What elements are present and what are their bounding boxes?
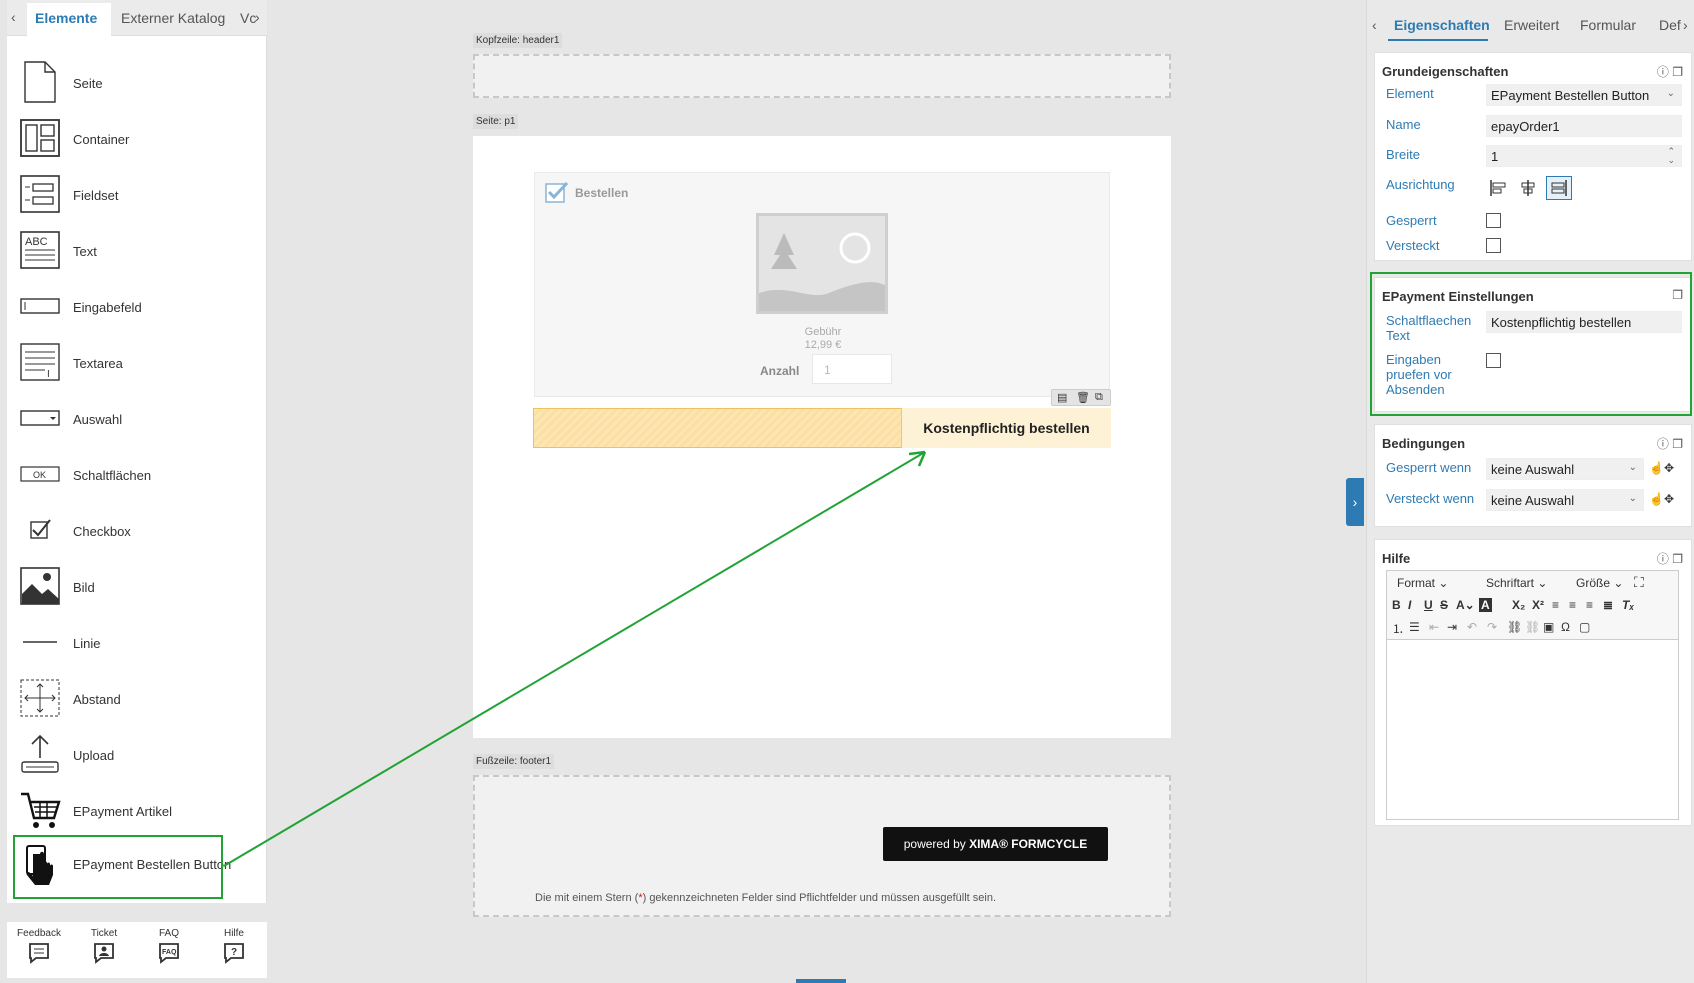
locked-checkbox[interactable]	[1486, 213, 1501, 228]
card-title: Grundeigenschaften	[1382, 64, 1509, 79]
help-collapse-icons[interactable]: ⓘ ❐	[1657, 550, 1683, 567]
card-title: Bedingungen	[1382, 436, 1466, 451]
chevron-down-icon: ⌄	[1628, 462, 1637, 473]
help-collapse-icons[interactable]: ⓘ ❐	[1657, 63, 1683, 80]
strikethrough-icon[interactable]: S	[1440, 598, 1448, 612]
align-left-icon[interactable]	[1488, 178, 1508, 198]
card-title: Hilfe	[1382, 551, 1411, 566]
redo-icon[interactable]: ↷	[1487, 620, 1497, 634]
justify-icon[interactable]: ≣	[1603, 598, 1613, 612]
source-icon[interactable]: ▢	[1579, 620, 1590, 634]
align-right-icon	[1551, 180, 1567, 196]
element-select[interactable]: EPayment Bestellen Button ⌄	[1486, 84, 1682, 106]
width-spinner[interactable]: 1 ⌃ ⌄	[1486, 145, 1682, 167]
superscript-icon[interactable]: X²	[1532, 598, 1544, 612]
active-tab-underline	[1388, 39, 1488, 41]
alignment-label: Ausrichtung	[1386, 177, 1455, 192]
element-value: EPayment Bestellen Button	[1491, 88, 1650, 103]
align-center-icon[interactable]	[1518, 178, 1538, 198]
undo-icon[interactable]: ↶	[1467, 620, 1477, 634]
maximize-icon[interactable]: ⛶	[1634, 574, 1644, 591]
hidden-label: Versteckt	[1386, 238, 1440, 253]
name-label: Name	[1386, 117, 1421, 132]
align-right-icon[interactable]: ≡	[1586, 598, 1593, 612]
special-char-icon[interactable]: Ω	[1561, 620, 1570, 634]
tab-erweitert[interactable]: Erweitert	[1504, 17, 1559, 33]
numbered-list-icon[interactable]: ⒈	[1392, 620, 1404, 637]
background-color-icon[interactable]: A	[1479, 598, 1492, 612]
help-collapse-icons[interactable]: ⓘ ❐	[1657, 435, 1683, 452]
name-input[interactable]: epayOrder1	[1486, 115, 1682, 137]
font-label: Schriftart	[1486, 576, 1535, 590]
tab-prev-chevron-icon[interactable]: ‹	[1372, 17, 1377, 33]
tab-def[interactable]: Def	[1659, 17, 1683, 33]
help-card: Hilfe ⓘ ❐ Format ⌄ Schriftart ⌄ Größe ⌄ …	[1374, 539, 1692, 826]
bold-icon[interactable]: B	[1392, 598, 1401, 612]
spinner-arrows-icon[interactable]: ⌃ ⌄	[1667, 147, 1675, 165]
hidden-checkbox[interactable]	[1486, 238, 1501, 253]
bullet-list-icon[interactable]: ☰	[1409, 620, 1420, 634]
condition-edit-icons[interactable]: ☝✥	[1649, 461, 1674, 475]
font-select[interactable]: Schriftart ⌄	[1486, 576, 1547, 590]
rich-text-editor[interactable]: Format ⌄ Schriftart ⌄ Größe ⌄ ⛶ B I U S …	[1386, 570, 1679, 820]
underline-icon[interactable]: U	[1424, 598, 1433, 612]
size-label: Größe	[1576, 576, 1611, 590]
element-label: Element	[1386, 86, 1434, 101]
subscript-icon[interactable]: X₂	[1512, 598, 1525, 612]
width-value: 1	[1491, 149, 1499, 164]
chevron-down-icon: ⌄	[1628, 493, 1637, 504]
conditions-card: Bedingungen ⓘ ❐ Gesperrt wenn keine Ausw…	[1374, 424, 1692, 527]
properties-tabs: ‹ Eigenschaften Erweitert Formular Def ›	[1366, 10, 1694, 41]
indent-icon[interactable]: ⇥	[1447, 620, 1457, 634]
hidden-when-select[interactable]: keine Auswahl ⌄	[1486, 489, 1644, 511]
align-right-button[interactable]	[1546, 176, 1572, 200]
condition-edit-icons[interactable]: ☝✥	[1649, 492, 1674, 506]
link-icon[interactable]: ⛓	[1507, 620, 1522, 634]
basic-properties-card: Grundeigenschaften ⓘ ❐ Element EPayment …	[1374, 52, 1692, 261]
collapse-panel-chevron-icon[interactable]: ›	[1346, 478, 1364, 526]
size-select[interactable]: Größe ⌄	[1576, 576, 1623, 590]
unlink-icon[interactable]: ⛓	[1525, 620, 1540, 634]
italic-icon[interactable]: I	[1408, 598, 1411, 612]
format-label: Format	[1397, 576, 1436, 590]
image-icon[interactable]: ▣	[1543, 620, 1554, 634]
locked-when-value: keine Auswahl	[1491, 462, 1575, 477]
editor-toolbar: Format ⌄ Schriftart ⌄ Größe ⌄ ⛶ B I U S …	[1387, 571, 1678, 640]
hidden-when-label: Versteckt wenn	[1386, 491, 1475, 506]
format-select[interactable]: Format ⌄	[1397, 576, 1448, 590]
outdent-icon[interactable]: ⇤	[1429, 620, 1439, 634]
remove-format-icon[interactable]: Tₓ	[1622, 598, 1634, 612]
hidden-when-value: keine Auswahl	[1491, 493, 1575, 508]
locked-label: Gesperrt	[1386, 213, 1437, 228]
chevron-down-icon: ⌄	[1666, 88, 1675, 99]
locked-when-label: Gesperrt wenn	[1386, 460, 1472, 475]
align-left-icon[interactable]: ≡	[1552, 598, 1559, 612]
name-value: epayOrder1	[1491, 119, 1560, 134]
tab-next-chevron-icon[interactable]: ›	[1683, 17, 1688, 33]
align-center-icon[interactable]: ≡	[1569, 598, 1576, 612]
width-label: Breite	[1386, 147, 1420, 162]
locked-when-select[interactable]: keine Auswahl ⌄	[1486, 458, 1644, 480]
tab-eigenschaften[interactable]: Eigenschaften	[1394, 17, 1490, 33]
epayment-settings-highlight	[1370, 272, 1692, 416]
text-color-icon[interactable]: A⌄	[1456, 598, 1475, 612]
tab-formular[interactable]: Formular	[1580, 17, 1636, 33]
